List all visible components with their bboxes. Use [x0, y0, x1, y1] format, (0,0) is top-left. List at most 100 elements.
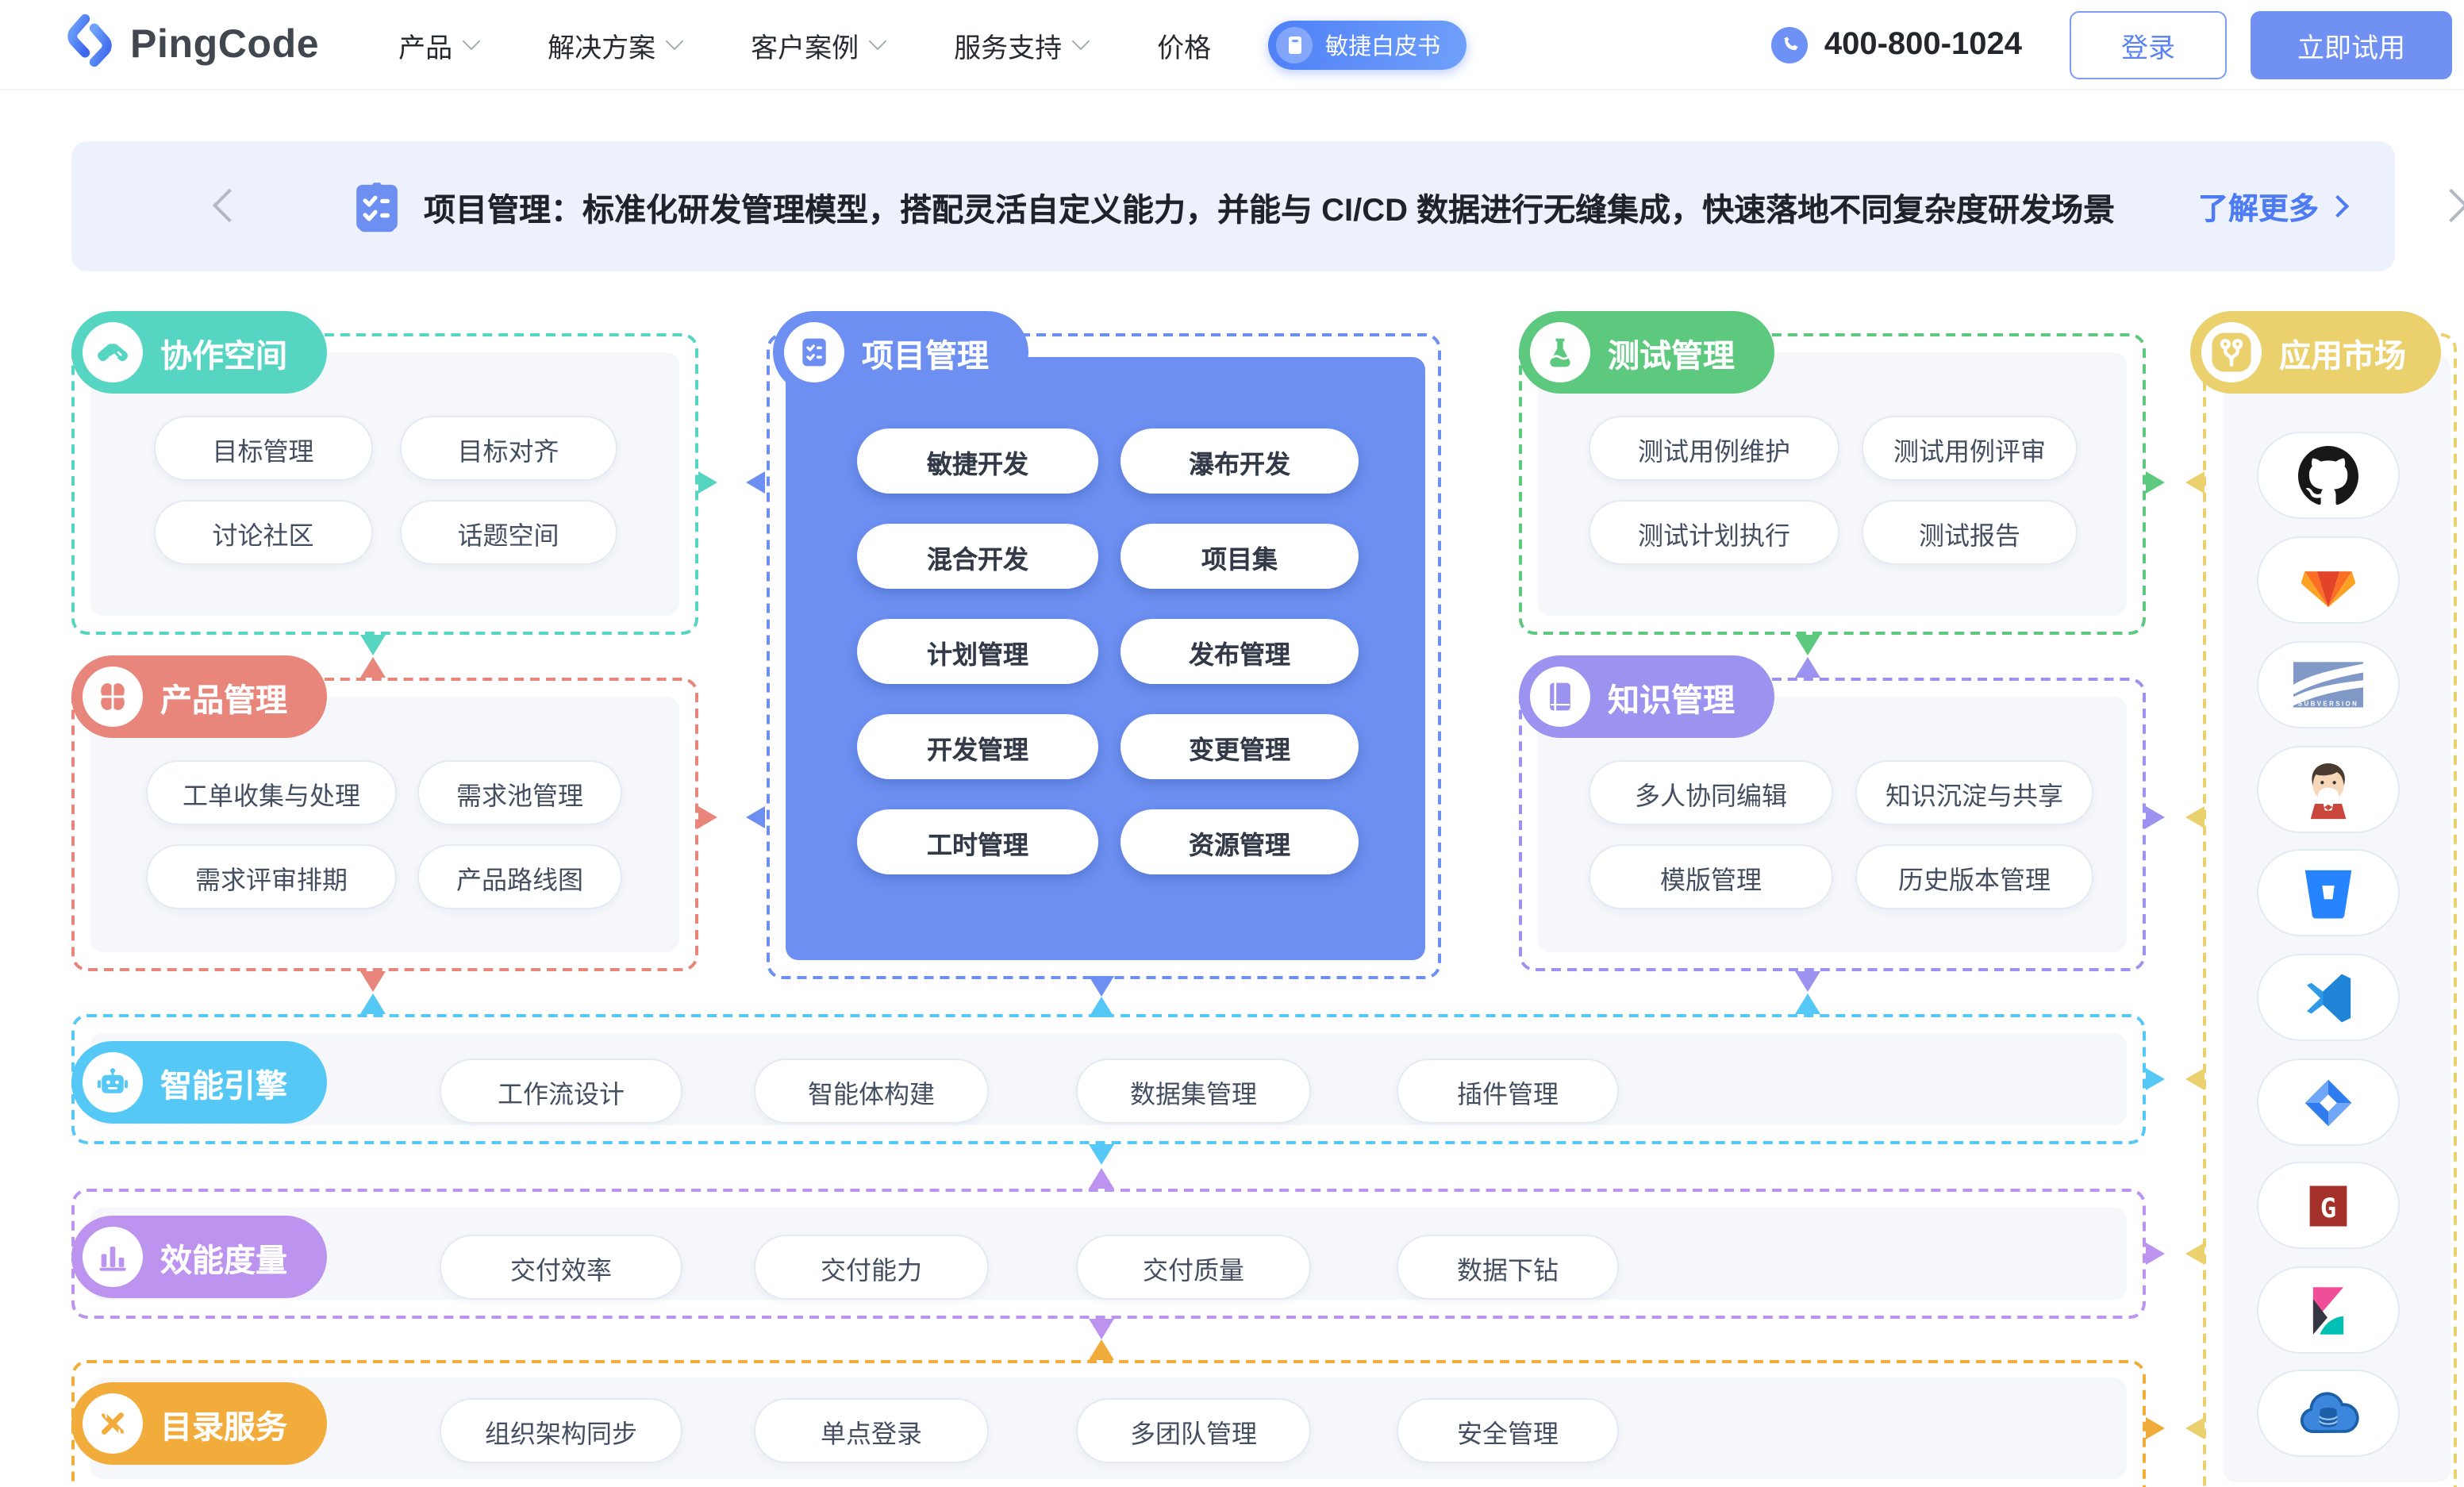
banner-title: 项目管理：标准化研发管理模型，搭配灵活自定义能力，并能与 CI/CD 数据进行无… [424, 141, 2115, 271]
connector-arrow-down [360, 971, 386, 992]
connector-arrow-up [1795, 993, 1820, 1014]
feature-pill: 知识沉淀与共享 [1855, 760, 2093, 825]
feature-pill: 数据下钻 [1397, 1235, 1619, 1300]
robot-icon [83, 1052, 143, 1112]
feature-pill: 开发管理 [857, 714, 1098, 779]
nav-item-solutions[interactable]: 解决方案 [548, 25, 681, 64]
connector-arrow-up [1089, 1339, 1114, 1360]
banner-prev-button[interactable] [213, 189, 246, 222]
feature-pill: 瀑布开发 [1121, 428, 1359, 494]
connector-arrow-down [1795, 971, 1820, 992]
feature-pill: 需求池管理 [417, 760, 622, 825]
feature-pill: 混合开发 [857, 524, 1098, 589]
feature-pill: 工作流设计 [440, 1059, 682, 1124]
whitepaper-button[interactable]: 敏捷白皮书 [1268, 20, 1466, 69]
app-gerrit-icon: G [2257, 1162, 2400, 1249]
connector-arrow-up [1795, 657, 1820, 678]
connector-arrow-down [360, 635, 386, 655]
chevron-down-icon [869, 33, 887, 51]
project-checklist-icon [784, 322, 844, 382]
feature-pill: 安全管理 [1397, 1398, 1619, 1463]
app-jira-icon [2257, 1059, 2400, 1146]
connector-arrow-down [1089, 1319, 1114, 1339]
page: PingCode 产品 解决方案 客户案例 服务支持 价格 敏捷白皮书 400-… [0, 0, 2464, 1487]
chevron-right-icon [2327, 195, 2349, 217]
feature-pill: 测试用例维护 [1589, 416, 1839, 481]
feature-pill: 目标对齐 [399, 416, 617, 481]
pingcode-logo-icon [63, 14, 116, 75]
feature-pill: 发布管理 [1121, 619, 1359, 684]
nav-item-pricing[interactable]: 价格 [1157, 25, 1211, 64]
section-project-management-header: 项目管理 [773, 311, 1028, 394]
section-performance-metrics-header: 效能度量 [71, 1216, 327, 1298]
connector-arrow-right [2146, 471, 2165, 494]
feature-pill: 测试报告 [1862, 500, 2078, 565]
section-collab-space: 协作空间 目标管理 目标对齐 讨论社区 话题空间 [71, 333, 698, 635]
app-bitbucket-icon [2257, 849, 2400, 936]
logo-text: PingCode [130, 21, 319, 67]
feature-pill: 模版管理 [1589, 844, 1833, 909]
app-subversion-icon: SUBVERSION [2257, 641, 2400, 728]
section-app-marketplace-header: 应用市场 [2190, 311, 2441, 394]
section-ai-engine-header: 智能引擎 [71, 1041, 327, 1124]
bar-chart-icon [83, 1227, 143, 1287]
book-icon [1276, 26, 1313, 63]
connector-arrow-right [2146, 806, 2165, 828]
connector-arrow-right [2146, 1243, 2165, 1265]
section-directory-service-header: 目录服务 [71, 1382, 327, 1465]
login-button[interactable]: 登录 [2070, 10, 2227, 79]
connector-arrow-down [1089, 976, 1114, 997]
feature-pill: 插件管理 [1397, 1059, 1619, 1124]
section-product-management-header: 产品管理 [71, 655, 327, 738]
connector-arrow-left [2185, 1068, 2205, 1090]
connector-arrow-down [1089, 1144, 1114, 1165]
connector-arrow-right [2146, 1417, 2165, 1439]
section-directory-service: 目录服务 组织架构同步 单点登录 多团队管理 安全管理 [71, 1360, 2146, 1487]
svg-text:SUBVERSION: SUBVERSION [2298, 699, 2358, 706]
connector-arrow-right [698, 806, 717, 828]
app-kibana-icon [2257, 1266, 2400, 1354]
book-icon [1530, 667, 1590, 727]
section-app-marketplace: 应用市场 SUBVERSION G [2203, 333, 2457, 1487]
nav-item-cases[interactable]: 客户案例 [751, 25, 884, 64]
connector-arrow-left [746, 471, 765, 494]
app-jenkins-icon [2257, 746, 2400, 833]
clover-icon [83, 667, 143, 727]
feature-pill: 需求评审排期 [146, 844, 397, 909]
feature-pill: 交付质量 [1076, 1235, 1311, 1300]
feature-pill: 目标管理 [154, 416, 372, 481]
connector-arrow-up [1089, 1168, 1114, 1189]
section-ai-engine: 智能引擎 工作流设计 智能体构建 数据集管理 插件管理 [71, 1014, 2146, 1144]
chevron-down-icon [666, 33, 684, 51]
feature-pill: 敏捷开发 [857, 428, 1098, 494]
feature-pill: 智能体构建 [754, 1059, 989, 1124]
connector-arrow-left [746, 806, 765, 828]
feature-pill: 交付能力 [754, 1235, 989, 1300]
phone-number[interactable]: 400-800-1024 [1772, 26, 2022, 63]
nav-item-support[interactable]: 服务支持 [954, 25, 1087, 64]
feature-pill: 话题空间 [399, 500, 617, 565]
feature-pill: 组织架构同步 [440, 1398, 682, 1463]
section-collab-space-header: 协作空间 [71, 311, 327, 394]
branch-icon [2201, 322, 2262, 382]
connector-arrow-right [2146, 1068, 2165, 1090]
learn-more-link[interactable]: 了解更多 [2198, 141, 2346, 271]
connector-arrow-up [360, 993, 386, 1014]
tools-icon [83, 1393, 143, 1454]
feature-pill: 数据集管理 [1076, 1059, 1311, 1124]
flask-icon [1530, 322, 1590, 382]
connector-arrow-left [2185, 806, 2205, 828]
connector-arrow-left [2185, 1243, 2205, 1265]
try-now-button[interactable]: 立即试用 [2251, 10, 2452, 79]
connector-arrow-down [1795, 635, 1820, 655]
section-test-management-header: 测试管理 [1519, 311, 1774, 394]
top-navbar: PingCode 产品 解决方案 客户案例 服务支持 价格 敏捷白皮书 400-… [0, 0, 2464, 89]
banner-next-button[interactable] [2435, 189, 2464, 222]
section-performance-metrics: 效能度量 交付效率 交付能力 交付质量 数据下钻 [71, 1189, 2146, 1319]
section-test-management: 测试管理 测试用例维护 测试用例评审 测试计划执行 测试报告 [1519, 333, 2146, 635]
feature-pill: 多团队管理 [1076, 1398, 1311, 1463]
feature-pill: 讨论社区 [154, 500, 372, 565]
nav-item-product[interactable]: 产品 [398, 25, 478, 64]
pingcode-logo[interactable]: PingCode [63, 14, 319, 75]
feature-pill: 多人协同编辑 [1589, 760, 1833, 825]
